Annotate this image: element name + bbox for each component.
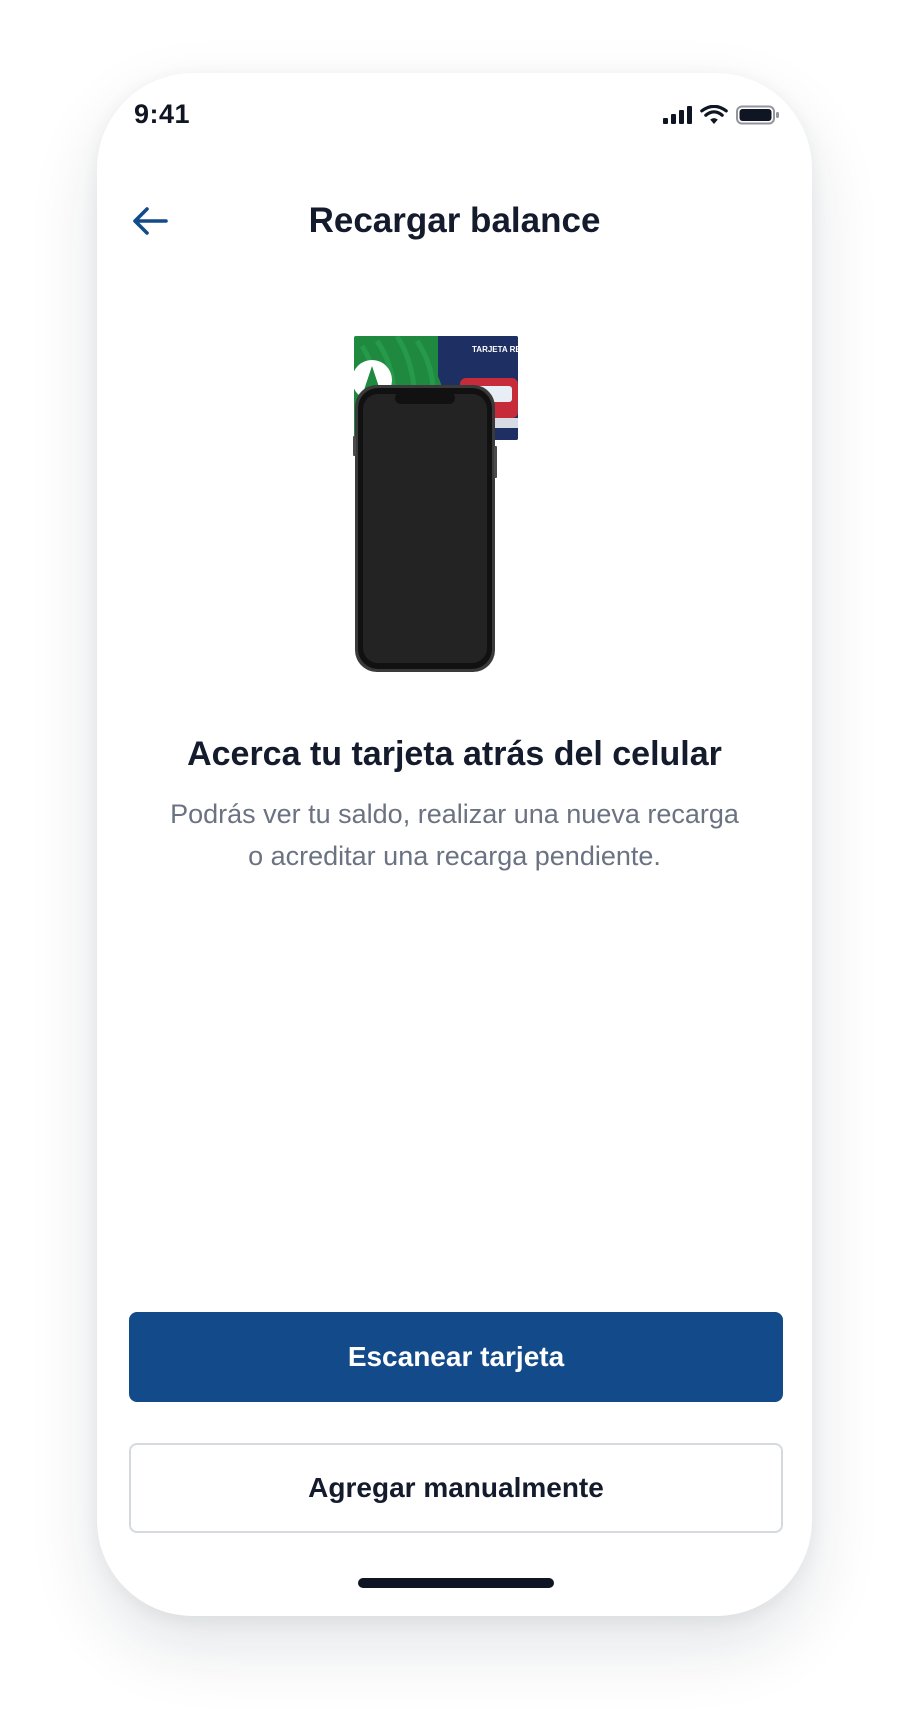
status-bar: 9:41 — [97, 73, 812, 153]
instruction-description: Podrás ver tu saldo, realizar una nueva … — [127, 793, 782, 877]
instruction-title: Acerca tu tarjeta atrás del celular — [187, 735, 722, 773]
app-header: Recargar balance — [97, 183, 812, 263]
instruction-line-1: Podrás ver tu saldo, realizar una nueva … — [170, 799, 739, 829]
instruction-line-2: o acreditar una recarga pendiente. — [248, 841, 661, 871]
add-manually-button[interactable]: Agregar manualmente — [129, 1443, 783, 1533]
status-icons — [663, 105, 780, 125]
smartphone-graphic — [353, 385, 497, 672]
signal-icon — [663, 106, 692, 124]
card-phone-illustration: TARJETA RECARGABLE — [352, 336, 522, 672]
phone-screen: 9:41 Recargar balance TARJETA RE Acerca … — [97, 73, 812, 1616]
page-title: Recargar balance — [308, 201, 601, 240]
battery-icon — [736, 105, 779, 125]
home-indicator — [358, 1578, 554, 1588]
wifi-icon — [700, 105, 728, 124]
status-time: 9:41 — [134, 99, 191, 129]
scan-card-button[interactable]: Escanear tarjeta — [129, 1312, 783, 1402]
card-label: TARJETA RECARGABLE — [472, 345, 522, 354]
